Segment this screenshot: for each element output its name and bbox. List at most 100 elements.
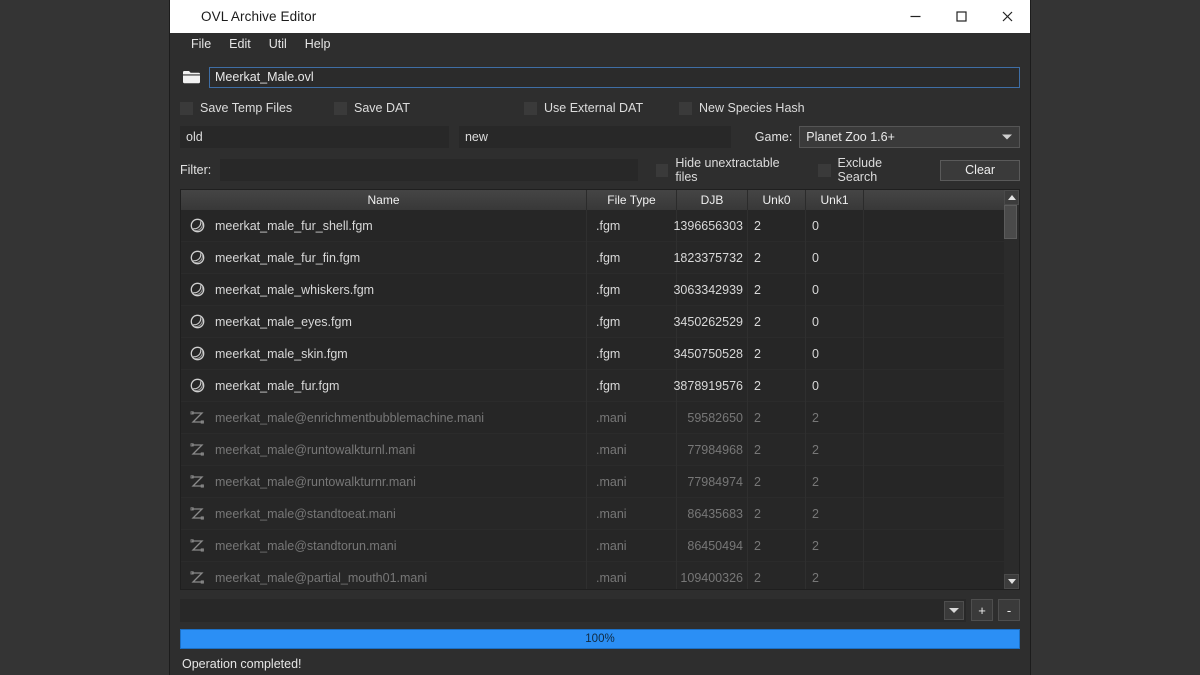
table-row[interactable]: meerkat_male_fur.fgm .fgm 3878919576 2 0 bbox=[181, 369, 1019, 402]
table-row[interactable]: meerkat_male@standtoeat.mani .mani 8643568… bbox=[181, 497, 1019, 530]
scrollbar-track[interactable] bbox=[1004, 205, 1019, 574]
status-text: Operation completed! bbox=[182, 657, 302, 671]
file-name-text: meerkat_male@standtoeat.mani bbox=[215, 506, 396, 521]
clear-button[interactable]: Clear bbox=[940, 159, 1020, 181]
cell-djb: 3450750528 bbox=[673, 337, 748, 370]
table-row[interactable]: meerkat_male_fur_shell.fgm .fgm 1396656303… bbox=[181, 210, 1019, 242]
bottom-combo-row: + - bbox=[180, 598, 1020, 622]
cell-file-type: .mani bbox=[587, 465, 677, 498]
remove-button[interactable]: - bbox=[998, 599, 1020, 621]
game-version-value: Planet Zoo 1.6+ bbox=[806, 130, 895, 144]
animation-curve-icon bbox=[189, 409, 206, 426]
close-button[interactable] bbox=[984, 0, 1030, 33]
table-row[interactable]: meerkat_male_skin.fgm .fgm 3450750528 2 0 bbox=[181, 337, 1019, 370]
cell-name: meerkat_male_fur.fgm bbox=[181, 369, 587, 402]
checkbox-save-dat[interactable]: Save DAT bbox=[334, 101, 524, 115]
old-name-input[interactable] bbox=[180, 126, 449, 148]
animation-curve-icon bbox=[189, 473, 206, 490]
checkbox-exclude-search[interactable]: Exclude Search bbox=[818, 156, 920, 184]
table-row[interactable]: meerkat_male@enrichmentbubblemachine.man… bbox=[181, 401, 1019, 434]
menu-bar: File Edit Util Help bbox=[170, 33, 1030, 55]
menu-item-edit[interactable]: Edit bbox=[220, 34, 260, 54]
file-select-combo[interactable] bbox=[180, 598, 966, 622]
cell-blank bbox=[864, 466, 1019, 498]
checkbox-label: Use External DAT bbox=[544, 101, 644, 115]
cell-unk0: 2 bbox=[748, 561, 806, 589]
cell-file-type: .fgm bbox=[587, 337, 677, 370]
column-header-name[interactable]: Name bbox=[181, 190, 587, 210]
checkbox-box[interactable] bbox=[818, 163, 831, 177]
cell-unk1: 2 bbox=[806, 529, 864, 562]
checkbox-save-temp-files[interactable]: Save Temp Files bbox=[180, 101, 334, 115]
add-button[interactable]: + bbox=[971, 599, 993, 621]
maximize-icon bbox=[955, 11, 967, 22]
column-header-unk0[interactable]: Unk0 bbox=[748, 190, 806, 210]
maximize-button[interactable] bbox=[938, 0, 984, 33]
checkbox-label: Hide unextractable files bbox=[675, 156, 780, 184]
cell-unk0: 2 bbox=[748, 273, 806, 306]
progress-label: 100% bbox=[585, 633, 615, 645]
file-table: Name File Type DJB Unk0 Unk1 meerkat_mal… bbox=[180, 189, 1020, 590]
cell-blank bbox=[864, 562, 1019, 590]
menu-item-util[interactable]: Util bbox=[260, 34, 296, 54]
sphere-icon bbox=[189, 377, 206, 394]
scrollbar-thumb[interactable] bbox=[1004, 205, 1017, 239]
cell-unk1: 0 bbox=[806, 337, 864, 370]
minimize-icon bbox=[910, 15, 920, 18]
table-row[interactable]: meerkat_male@partial_mouth01.mani .mani 10… bbox=[181, 561, 1019, 590]
new-name-input[interactable] bbox=[458, 126, 731, 148]
options-row: Save Temp Files Save DAT Use External DA… bbox=[180, 95, 1020, 121]
checkbox-hide-unextractable-files[interactable]: Hide unextractable files bbox=[655, 156, 798, 184]
checkbox-new-species-hash[interactable]: New Species Hash bbox=[679, 101, 805, 115]
file-name-text: meerkat_male@runtowalkturnl.mani bbox=[215, 442, 416, 457]
table-row[interactable]: meerkat_male@standtorun.mani .mani 8645049… bbox=[181, 529, 1019, 562]
cell-blank bbox=[864, 402, 1019, 434]
cell-blank bbox=[864, 242, 1019, 274]
cell-unk0: 2 bbox=[748, 210, 806, 242]
animation-curve-icon bbox=[189, 537, 206, 554]
column-header-unk1[interactable]: Unk1 bbox=[806, 190, 864, 210]
file-name-text: meerkat_male@standtorun.mani bbox=[215, 538, 397, 553]
cell-file-type: .mani bbox=[587, 401, 677, 434]
table-row[interactable]: meerkat_male@runtowalkturnl.mani .mani 779… bbox=[181, 433, 1019, 466]
table-vertical-scrollbar[interactable] bbox=[1004, 190, 1019, 589]
table-row[interactable]: meerkat_male_eyes.fgm .fgm 3450262529 2 0 bbox=[181, 305, 1019, 338]
cell-unk0: 2 bbox=[748, 433, 806, 466]
table-row[interactable]: meerkat_male_fur_fin.fgm .fgm 1823375732 2 0 bbox=[181, 241, 1019, 274]
checkbox-box[interactable] bbox=[524, 101, 537, 115]
game-version-dropdown[interactable]: Planet Zoo 1.6+ bbox=[799, 126, 1020, 148]
checkbox-use-external-dat[interactable]: Use External DAT bbox=[524, 101, 679, 115]
checkbox-box[interactable] bbox=[334, 101, 347, 115]
menu-item-file[interactable]: File bbox=[182, 34, 220, 54]
menu-item-help[interactable]: Help bbox=[296, 34, 340, 54]
checkbox-box[interactable] bbox=[180, 101, 193, 115]
cell-djb: 1823375732 bbox=[673, 241, 748, 274]
cell-name: meerkat_male_skin.fgm bbox=[181, 337, 587, 370]
column-header-file-type[interactable]: File Type bbox=[587, 190, 677, 210]
checkbox-box[interactable] bbox=[655, 163, 669, 177]
animation-curve-icon bbox=[189, 569, 206, 586]
table-row[interactable]: meerkat_male@runtowalkturnr.mani .mani 779… bbox=[181, 465, 1019, 498]
cell-unk0: 2 bbox=[748, 465, 806, 498]
scroll-up-button[interactable] bbox=[1004, 190, 1019, 205]
cell-djb: 59582650 bbox=[677, 401, 748, 434]
minimize-button[interactable] bbox=[892, 0, 938, 33]
chevron-down-icon bbox=[1002, 134, 1012, 140]
sphere-icon bbox=[189, 313, 206, 330]
scroll-down-button[interactable] bbox=[1004, 574, 1019, 589]
folder-icon[interactable] bbox=[180, 67, 202, 87]
close-icon bbox=[1002, 11, 1012, 22]
file-name-text: meerkat_male_whiskers.fgm bbox=[215, 282, 375, 297]
checkbox-box[interactable] bbox=[679, 101, 692, 115]
sphere-icon bbox=[189, 249, 206, 266]
ovl-archive-editor-window: OVL Archive Editor File Edit Util Help M… bbox=[170, 0, 1030, 675]
file-select-combo-button[interactable] bbox=[944, 600, 964, 620]
table-row[interactable]: meerkat_male_whiskers.fgm .fgm 3063342939 2… bbox=[181, 273, 1019, 306]
file-name-text: meerkat_male@partial_mouth01.mani bbox=[215, 570, 428, 585]
filter-input[interactable] bbox=[219, 159, 638, 181]
cell-djb: 3878919576 bbox=[673, 369, 748, 402]
column-header-djb[interactable]: DJB bbox=[677, 190, 748, 210]
cell-blank bbox=[864, 274, 1019, 306]
archive-path-input[interactable] bbox=[209, 66, 1020, 88]
cell-name: meerkat_male_fur_shell.fgm bbox=[181, 210, 587, 242]
